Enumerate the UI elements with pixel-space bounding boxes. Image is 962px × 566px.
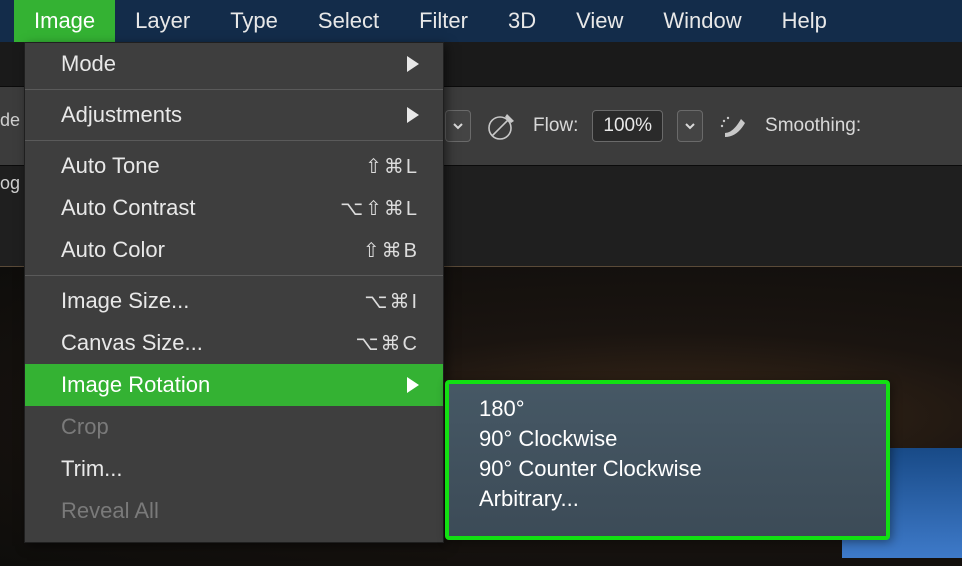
smoothing-label: Smoothing:: [765, 115, 861, 137]
image-rotation-submenu: 180°90° Clockwise90° Counter ClockwiseAr…: [445, 380, 890, 540]
left-edge-text-top: de: [0, 110, 20, 131]
menu-separator: [25, 275, 443, 276]
menu-shortcut: ⌥⌘C: [356, 331, 420, 356]
menu-window[interactable]: Window: [643, 0, 761, 42]
pressure-opacity-icon[interactable]: [485, 109, 519, 143]
airbrush-icon[interactable]: [717, 109, 751, 143]
menu-separator: [25, 89, 443, 90]
menu-item-label: Image Rotation: [61, 372, 210, 398]
flow-label: Flow:: [533, 115, 578, 137]
menu-item-label: Image Size...: [61, 288, 189, 314]
chevron-down-icon: [452, 120, 464, 132]
left-panel-cropped: de og: [0, 110, 20, 194]
flow-value-input[interactable]: 100%: [592, 110, 663, 142]
menu-item-label: Reveal All: [61, 498, 159, 524]
menu-item-label: Auto Tone: [61, 153, 160, 179]
menu-shortcut: ⌥⇧⌘L: [340, 196, 419, 221]
submenu-arrow-icon: [407, 107, 419, 123]
menu-item-reveal-all: Reveal All: [25, 490, 443, 532]
menu-image[interactable]: Image: [14, 0, 115, 42]
submenu-item-90-clockwise[interactable]: 90° Clockwise: [449, 424, 886, 454]
menu-item-auto-color[interactable]: Auto Color ⇧⌘B: [25, 229, 443, 271]
menu-view[interactable]: View: [556, 0, 643, 42]
menu-item-label: Mode: [61, 51, 116, 77]
menu-item-image-rotation[interactable]: Image Rotation: [25, 364, 443, 406]
left-edge-text-bottom: og: [0, 173, 20, 194]
menu-item-label: Trim...: [61, 456, 123, 482]
chevron-down-icon: [684, 120, 696, 132]
flow-dropdown-caret[interactable]: [677, 110, 703, 142]
menu-3d[interactable]: 3D: [488, 0, 556, 42]
submenu-arrow-icon: [407, 377, 419, 393]
submenu-item-180[interactable]: 180°: [449, 394, 886, 424]
menu-item-trim[interactable]: Trim...: [25, 448, 443, 490]
menu-item-label: Auto Color: [61, 237, 165, 263]
menu-item-adjustments[interactable]: Adjustments: [25, 94, 443, 136]
menu-item-label: Adjustments: [61, 102, 182, 128]
submenu-arrow-icon: [407, 56, 419, 72]
submenu-item-arbitrary[interactable]: Arbitrary...: [449, 484, 886, 514]
image-menu-dropdown: Mode Adjustments Auto Tone ⇧⌘L Auto Contrast…: [24, 42, 444, 543]
menu-filter[interactable]: Filter: [399, 0, 488, 42]
menu-item-auto-tone[interactable]: Auto Tone ⇧⌘L: [25, 145, 443, 187]
menu-item-label: Crop: [61, 414, 109, 440]
menu-shortcut: ⇧⌘B: [363, 238, 419, 263]
airbrush-icon-svg: [719, 111, 749, 141]
menu-layer[interactable]: Layer: [115, 0, 210, 42]
menu-select[interactable]: Select: [298, 0, 399, 42]
menu-item-crop: Crop: [25, 406, 443, 448]
menu-type[interactable]: Type: [210, 0, 298, 42]
submenu-item-90-counter-clockwise[interactable]: 90° Counter Clockwise: [449, 454, 886, 484]
app-menu-bar: ImageLayerTypeSelectFilter3DViewWindowHe…: [0, 0, 962, 42]
menu-item-auto-contrast[interactable]: Auto Contrast ⌥⇧⌘L: [25, 187, 443, 229]
opacity-dropdown-caret[interactable]: [445, 110, 471, 142]
menu-item-image-size[interactable]: Image Size... ⌥⌘I: [25, 280, 443, 322]
menu-item-label: Auto Contrast: [61, 195, 196, 221]
menu-item-mode[interactable]: Mode: [25, 43, 443, 85]
menu-help[interactable]: Help: [762, 0, 847, 42]
menu-item-canvas-size[interactable]: Canvas Size... ⌥⌘C: [25, 322, 443, 364]
menu-shortcut: ⌥⌘I: [364, 289, 419, 314]
menu-separator: [25, 140, 443, 141]
menu-shortcut: ⇧⌘L: [365, 154, 419, 179]
circle-pressure-icon: [487, 111, 517, 141]
menu-item-label: Canvas Size...: [61, 330, 203, 356]
